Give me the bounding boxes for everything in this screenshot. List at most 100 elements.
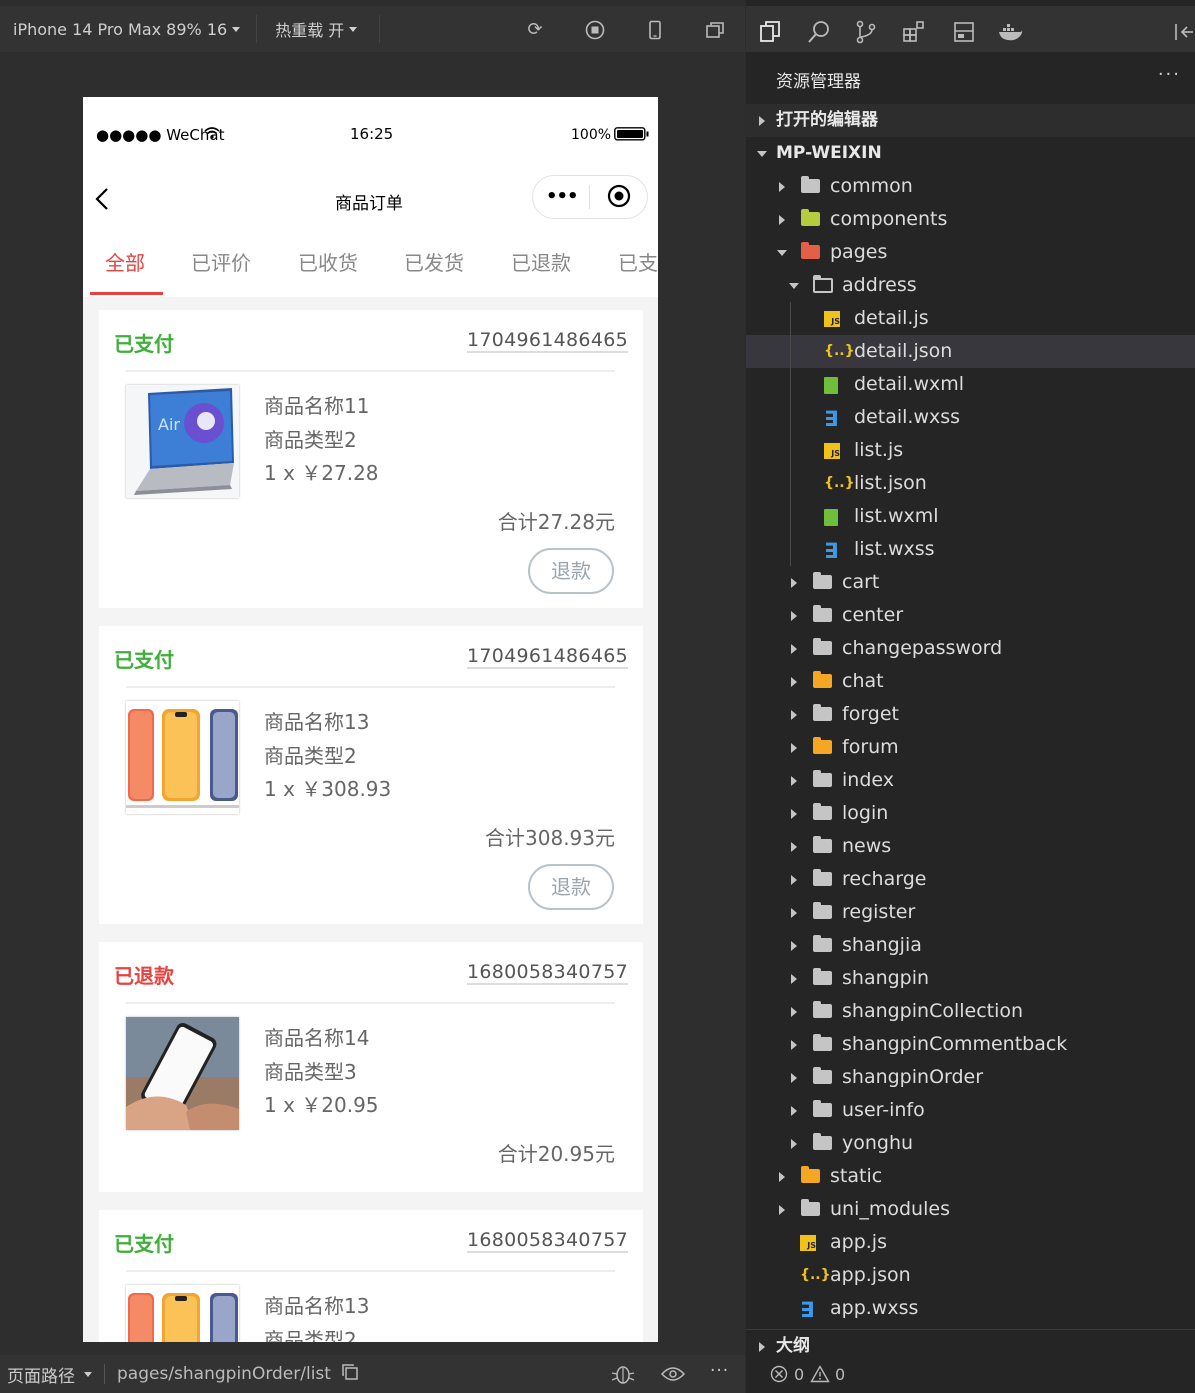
docker-icon[interactable]	[998, 20, 1023, 44]
folder-icon	[813, 737, 832, 754]
tree-file[interactable]: {..} app.json	[746, 1259, 1195, 1292]
product-image-hand-phone[interactable]	[126, 1017, 239, 1130]
tree-file[interactable]: ∃ detail.wxss	[746, 401, 1195, 434]
tree-folder[interactable]: uni_modules	[746, 1193, 1195, 1226]
debug-bug-icon[interactable]	[611, 1363, 635, 1390]
wxss-file-icon: ∃	[800, 1298, 815, 1322]
collapse-panel-icon[interactable]	[1171, 20, 1195, 44]
folder-icon	[813, 935, 832, 952]
tree-folder[interactable]: common	[746, 170, 1195, 203]
more-actions-icon[interactable]: ···	[1158, 64, 1181, 85]
order-card[interactable]: 已支付 1704961486465 商品名称13 商品类型2 1 x ￥308.…	[99, 626, 643, 924]
page-path-label[interactable]: 页面路径	[7, 1362, 75, 1387]
folder-icon	[813, 869, 832, 886]
phone-icon[interactable]	[645, 20, 665, 40]
product-image-phones[interactable]	[126, 701, 239, 814]
folder-icon	[801, 176, 820, 193]
product-image-phones[interactable]	[126, 1285, 239, 1342]
tree-folder[interactable]: address	[746, 269, 1195, 302]
tree-folder[interactable]: index	[746, 764, 1195, 797]
detach-window-icon[interactable]	[705, 20, 725, 40]
order-number: 1704961486465	[466, 329, 628, 353]
tree-folder[interactable]: static	[746, 1160, 1195, 1193]
stop-icon[interactable]	[585, 20, 605, 40]
product-type: 商品类型2	[264, 428, 357, 452]
tree-file[interactable]: JS detail.js	[746, 302, 1195, 335]
simulator-panel: iPhone 14 Pro Max 89% 16 热重载 开 ⟳ ●●●●● W…	[0, 0, 745, 1393]
back-icon[interactable]	[95, 187, 109, 215]
tree-folder[interactable]: pages	[746, 236, 1195, 269]
tree-folder[interactable]: shangpinCommentback	[746, 1028, 1195, 1061]
tree-folder[interactable]: cart	[746, 566, 1195, 599]
tree-file[interactable]: ∃ app.wxss	[746, 1292, 1195, 1325]
hot-reload-toggle[interactable]: 热重载 开	[275, 17, 358, 41]
eye-icon[interactable]	[660, 1366, 686, 1387]
chevron-down-icon	[789, 283, 799, 289]
wxss-file-icon: ∃	[824, 407, 839, 431]
chevron-down-icon[interactable]	[84, 1371, 92, 1377]
tree-file[interactable]: JS list.js	[746, 434, 1195, 467]
tree-file[interactable]: {..} detail.json	[746, 335, 1195, 368]
tree-folder[interactable]: login	[746, 797, 1195, 830]
order-card[interactable]: 已退款 1680058340757 商品名称14 商品类型3 1 x ￥20.9…	[99, 942, 643, 1192]
refund-button[interactable]: 退款	[528, 864, 614, 910]
tree-file[interactable]: detail.wxml	[746, 368, 1195, 401]
toolbar-divider	[256, 15, 258, 43]
tree-file[interactable]: ∃ list.wxss	[746, 533, 1195, 566]
tree-item-label: yonghu	[842, 1132, 914, 1154]
refresh-icon[interactable]: ⟳	[525, 20, 545, 40]
extensions-icon[interactable]	[902, 20, 926, 44]
tree-folder[interactable]: yonghu	[746, 1127, 1195, 1160]
project-section[interactable]: MP-WEIXIN	[746, 137, 1195, 170]
error-icon[interactable]	[770, 1365, 788, 1387]
search-icon[interactable]	[807, 20, 831, 44]
order-card[interactable]: 已支付 1704961486465 Air 商品名称11 商品类型2 1 x ￥…	[99, 310, 643, 608]
refund-button[interactable]: 退款	[528, 548, 614, 594]
tree-folder[interactable]: components	[746, 203, 1195, 236]
tree-folder[interactable]: user-info	[746, 1094, 1195, 1127]
tree-item-label: center	[842, 604, 904, 626]
warning-icon[interactable]	[810, 1365, 830, 1387]
tree-folder[interactable]: shangjia	[746, 929, 1195, 962]
tree-item-label: app.json	[830, 1264, 911, 1286]
tree-folder[interactable]: register	[746, 896, 1195, 929]
tree-folder[interactable]: forum	[746, 731, 1195, 764]
tree-folder[interactable]: shangpinOrder	[746, 1061, 1195, 1094]
order-card[interactable]: 已支付 1680058340757 商品名称13 商品类型2	[99, 1210, 643, 1342]
tree-file[interactable]: JS app.js	[746, 1226, 1195, 1259]
tab-reviewed[interactable]: 已评价	[191, 247, 251, 276]
tree-folder[interactable]: center	[746, 599, 1195, 632]
more-icon[interactable]: ···	[710, 1361, 729, 1381]
tab-shipped[interactable]: 已发货	[404, 247, 464, 276]
tree-item-label: shangjia	[842, 934, 922, 956]
tree-folder[interactable]: news	[746, 830, 1195, 863]
tree-file[interactable]: {..} list.json	[746, 467, 1195, 500]
tree-folder[interactable]: forget	[746, 698, 1195, 731]
explorer-files-icon[interactable]	[758, 20, 782, 44]
tab-received[interactable]: 已收货	[298, 247, 358, 276]
order-status: 已支付	[114, 332, 174, 356]
indent-guide	[790, 302, 791, 566]
tree-folder[interactable]: shangpinCollection	[746, 995, 1195, 1028]
tab-refunded[interactable]: 已退款	[511, 247, 571, 276]
folder-icon	[813, 770, 832, 787]
storage-icon[interactable]	[952, 20, 976, 44]
source-control-icon[interactable]	[854, 20, 878, 44]
chevron-down-icon	[232, 26, 241, 32]
close-miniprogram-icon[interactable]	[607, 184, 631, 212]
open-editors-section[interactable]: 打开的编辑器	[746, 104, 1195, 137]
tree-folder[interactable]: recharge	[746, 863, 1195, 896]
tree-item-label: forum	[842, 736, 899, 758]
more-dots-icon[interactable]: •••	[546, 186, 579, 207]
tree-folder[interactable]: changepassword	[746, 632, 1195, 665]
chevron-right-icon	[791, 578, 797, 588]
outline-section[interactable]: 大纲	[746, 1329, 1195, 1363]
tab-all[interactable]: 全部	[105, 247, 145, 276]
tree-file[interactable]: list.wxml	[746, 500, 1195, 533]
tab-paid[interactable]: 已支	[618, 247, 658, 276]
device-selector[interactable]: iPhone 14 Pro Max 89% 16	[13, 20, 241, 39]
product-image-laptop[interactable]: Air	[126, 385, 239, 498]
tree-folder[interactable]: chat	[746, 665, 1195, 698]
tree-folder[interactable]: shangpin	[746, 962, 1195, 995]
copy-icon[interactable]	[341, 1363, 359, 1386]
